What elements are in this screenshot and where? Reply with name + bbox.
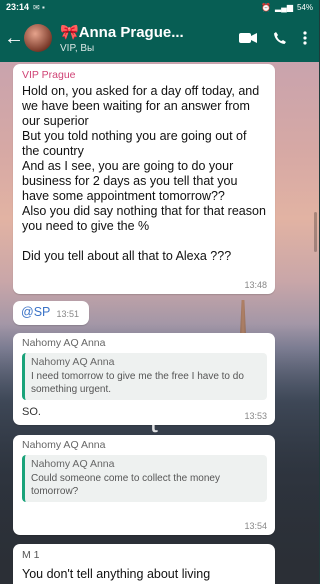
message-bubble[interactable]: M 1 You don't tell anything about living <box>13 544 275 584</box>
chat-area[interactable]: VIP Prague Hold on, you asked for a day … <box>0 62 319 584</box>
battery-label: 54% <box>296 2 313 12</box>
reply-text: SO. <box>22 406 41 418</box>
chat-header: ← 🎀Anna Prague... VIP, Вы <box>0 14 319 62</box>
chat-subtitle: VIP, Вы <box>60 42 95 54</box>
message-time: 13:51 <box>56 309 79 319</box>
message-text: Hold on, you asked for a day off today, … <box>22 84 266 263</box>
message-time: 13:53 <box>244 411 267 421</box>
signal-icon: ▂▄▆ <box>275 2 293 12</box>
forward-header: Nahomy AQ Anna <box>22 439 106 451</box>
notification-icons: ✉ ▪ <box>33 2 45 12</box>
message-time: 13:54 <box>244 521 267 531</box>
message-bubble[interactable]: @SP 13:51 <box>13 301 89 325</box>
quoted-message[interactable]: Nahomy AQ Anna Could someone come to col… <box>22 455 267 502</box>
message-time: 13:48 <box>244 280 267 290</box>
quoted-message[interactable]: Nahomy AQ Anna I need tomorrow to give m… <box>22 353 267 400</box>
phone-call-icon[interactable] <box>273 31 287 45</box>
status-right: ⏰ ▂▄▆ 54% <box>261 3 313 12</box>
message-bubble[interactable]: Nahomy AQ Anna Nahomy AQ Anna I need tom… <box>13 333 275 425</box>
quoted-text: Could someone come to collect the money … <box>31 473 220 497</box>
back-arrow-icon[interactable]: ← <box>4 27 24 50</box>
video-call-icon[interactable] <box>239 32 257 44</box>
alarm-icon: ⏰ <box>261 2 271 12</box>
bow-emoji-icon: 🎀 <box>60 23 79 41</box>
status-time: 23:14 <box>6 2 30 12</box>
quoted-sender: Nahomy AQ Anna <box>31 458 115 470</box>
forward-header: Nahomy AQ Anna <box>22 337 106 349</box>
watermark-text: t <box>150 407 159 438</box>
chat-title: 🎀Anna Prague... <box>60 23 184 41</box>
message-bubble[interactable]: VIP Prague Hold on, you asked for a day … <box>13 64 275 294</box>
message-sender: M 1 <box>22 549 40 561</box>
more-options-icon[interactable] <box>303 31 307 45</box>
header-actions <box>239 31 315 45</box>
message-bubble[interactable]: Nahomy AQ Anna Nahomy AQ Anna Could some… <box>13 435 275 535</box>
scrollbar[interactable] <box>314 212 317 252</box>
status-bar: 23:14 ✉ ▪ ⏰ ▂▄▆ 54% <box>0 0 319 14</box>
quoted-sender: Nahomy AQ Anna <box>31 356 115 368</box>
quoted-text: I need tomorrow to give me the free I ha… <box>31 371 244 395</box>
message-text: You don't tell anything about living <box>22 567 211 581</box>
chat-title-block[interactable]: 🎀Anna Prague... VIP, Вы <box>60 23 239 54</box>
quote-card: Nahomy AQ Anna Nahomy AQ Anna Could some… <box>13 435 275 502</box>
quote-card: Nahomy AQ Anna Nahomy AQ Anna I need tom… <box>13 333 275 400</box>
message-sender: VIP Prague <box>22 69 76 81</box>
avatar[interactable] <box>24 24 52 52</box>
